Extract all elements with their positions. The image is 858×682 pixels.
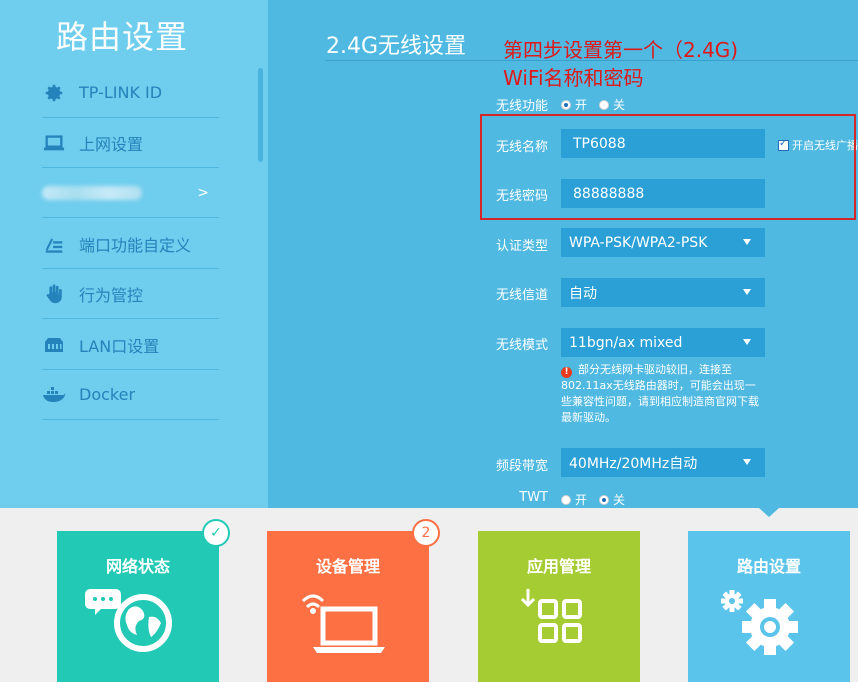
bandwidth-select[interactable]: 40MHz/20MHz自动 [561, 448, 765, 477]
auth-type-select[interactable]: WPA-PSK/WPA2-PSK [561, 228, 765, 257]
network-port-icon [42, 333, 66, 357]
exclamation-icon: ! [561, 367, 572, 378]
compatibility-warning: ! 部分无线网卡驱动较旧，连接至802.11ax无线路由器时，可能会出现一些兼容性… [561, 362, 765, 426]
tile-label: 应用管理 [526, 557, 591, 576]
globe-chat-icon [85, 589, 172, 652]
tile-device-management[interactable]: 设备管理 [267, 531, 429, 682]
radio-label: 开 [575, 98, 588, 112]
caret-down-icon [743, 289, 751, 295]
twt-on-radio[interactable]: 开 [561, 491, 587, 508]
app-grid-icon [520, 589, 582, 643]
blurred-label [42, 185, 142, 200]
sidebar-item-blurred[interactable]: > [42, 168, 219, 218]
tile-label: 设备管理 [315, 557, 380, 576]
radio-label: 开 [575, 493, 588, 507]
sidebar-item-label: TP-LINK ID [79, 83, 163, 102]
annotation-line2: WiFi名称和密码 [503, 66, 644, 90]
radio-dot [561, 99, 571, 110]
radio-dot [561, 494, 571, 505]
sidebar-item-label: Docker [79, 385, 136, 404]
wireless-function-radio-group: 开 关 [561, 96, 637, 113]
sidebar-item-tplink-id[interactable]: TP-LINK ID [42, 68, 219, 118]
laptop-icon [42, 131, 66, 155]
sidebar-item-docker[interactable]: Docker [42, 370, 219, 420]
tile-label: 网络状态 [105, 557, 170, 576]
laptop-wifi-icon [301, 594, 385, 653]
radio-dot [599, 494, 610, 505]
annotation-line1: 第四步设置第一个（2.4G) [503, 38, 739, 62]
sidebar-item-label: 行为管控 [79, 285, 144, 305]
radio-label: 关 [613, 493, 626, 507]
sidebar-item-port-custom[interactable]: 端口功能自定义 [42, 219, 219, 269]
docker-icon [42, 383, 66, 407]
channel-label: 无线信道 [495, 288, 548, 303]
twt-label: TWT [519, 490, 548, 505]
sidebar-item-label: 上网设置 [79, 134, 144, 154]
wireless-on-radio[interactable]: 开 [561, 96, 587, 113]
mode-select[interactable]: 11bgn/ax mixed [561, 328, 765, 357]
select-value: 11bgn/ax mixed [569, 334, 683, 351]
caret-down-icon [743, 239, 751, 245]
gears-icon [721, 590, 798, 655]
annotation-highlight-box [480, 114, 856, 220]
select-value: 自动 [569, 285, 597, 302]
sidebar-item-lan[interactable]: LAN口设置 [42, 320, 219, 370]
twt-radio-group: 开 关 [561, 491, 637, 508]
tile-network-status[interactable]: 网络状态 [57, 531, 219, 682]
caret-down-icon [743, 459, 751, 465]
wireless-off-radio[interactable]: 关 [599, 96, 625, 113]
select-value: 40MHz/20MHz自动 [569, 455, 698, 472]
sidebar-scrollbar[interactable] [258, 68, 263, 162]
sidebar: 路由设置 TP-LINK ID 上网设置 > 端口功能自定义 行为管控 LAN口… [0, 0, 268, 508]
sidebar-item-behavior-control[interactable]: 行为管控 [42, 269, 219, 319]
count-badge: 2 [412, 519, 440, 547]
sidebar-title: 路由设置 [56, 18, 189, 56]
caret-down-icon [743, 339, 751, 345]
annotation-text: 第四步设置第一个（2.4G) WiFi名称和密码 [503, 36, 738, 92]
page-title: 2.4G无线设置 [326, 34, 467, 59]
tile-app-management[interactable]: 应用管理 [478, 531, 640, 682]
twt-off-radio[interactable]: 关 [599, 491, 625, 508]
check-badge-icon: ✓ [202, 519, 230, 547]
radio-label: 关 [613, 98, 626, 112]
channel-select[interactable]: 自动 [561, 278, 765, 307]
bandwidth-label: 频段带宽 [495, 459, 548, 474]
tile-label: 路由设置 [736, 557, 801, 576]
warning-text: 部分无线网卡驱动较旧，连接至802.11ax无线路由器时，可能会出现一些兼容性问… [561, 363, 759, 424]
sidebar-item-internet[interactable]: 上网设置 [42, 118, 219, 168]
wireless-function-label: 无线功能 [495, 99, 548, 114]
chevron-right-icon: > [197, 184, 209, 201]
radio-dot [599, 99, 610, 110]
active-pointer-icon [759, 508, 779, 517]
main-panel: 2.4G无线设置 第四步设置第一个（2.4G) WiFi名称和密码 无线功能 开… [268, 0, 858, 508]
gear-icon [42, 81, 66, 105]
sidebar-item-label: 端口功能自定义 [79, 235, 192, 255]
sidebar-item-label: LAN口设置 [79, 336, 160, 356]
hand-icon [42, 282, 66, 306]
auth-type-label: 认证类型 [495, 239, 548, 254]
edit-list-icon [42, 232, 66, 256]
select-value: WPA-PSK/WPA2-PSK [569, 234, 708, 251]
mode-label: 无线模式 [495, 338, 548, 353]
tile-router-settings[interactable]: 路由设置 [688, 531, 850, 682]
